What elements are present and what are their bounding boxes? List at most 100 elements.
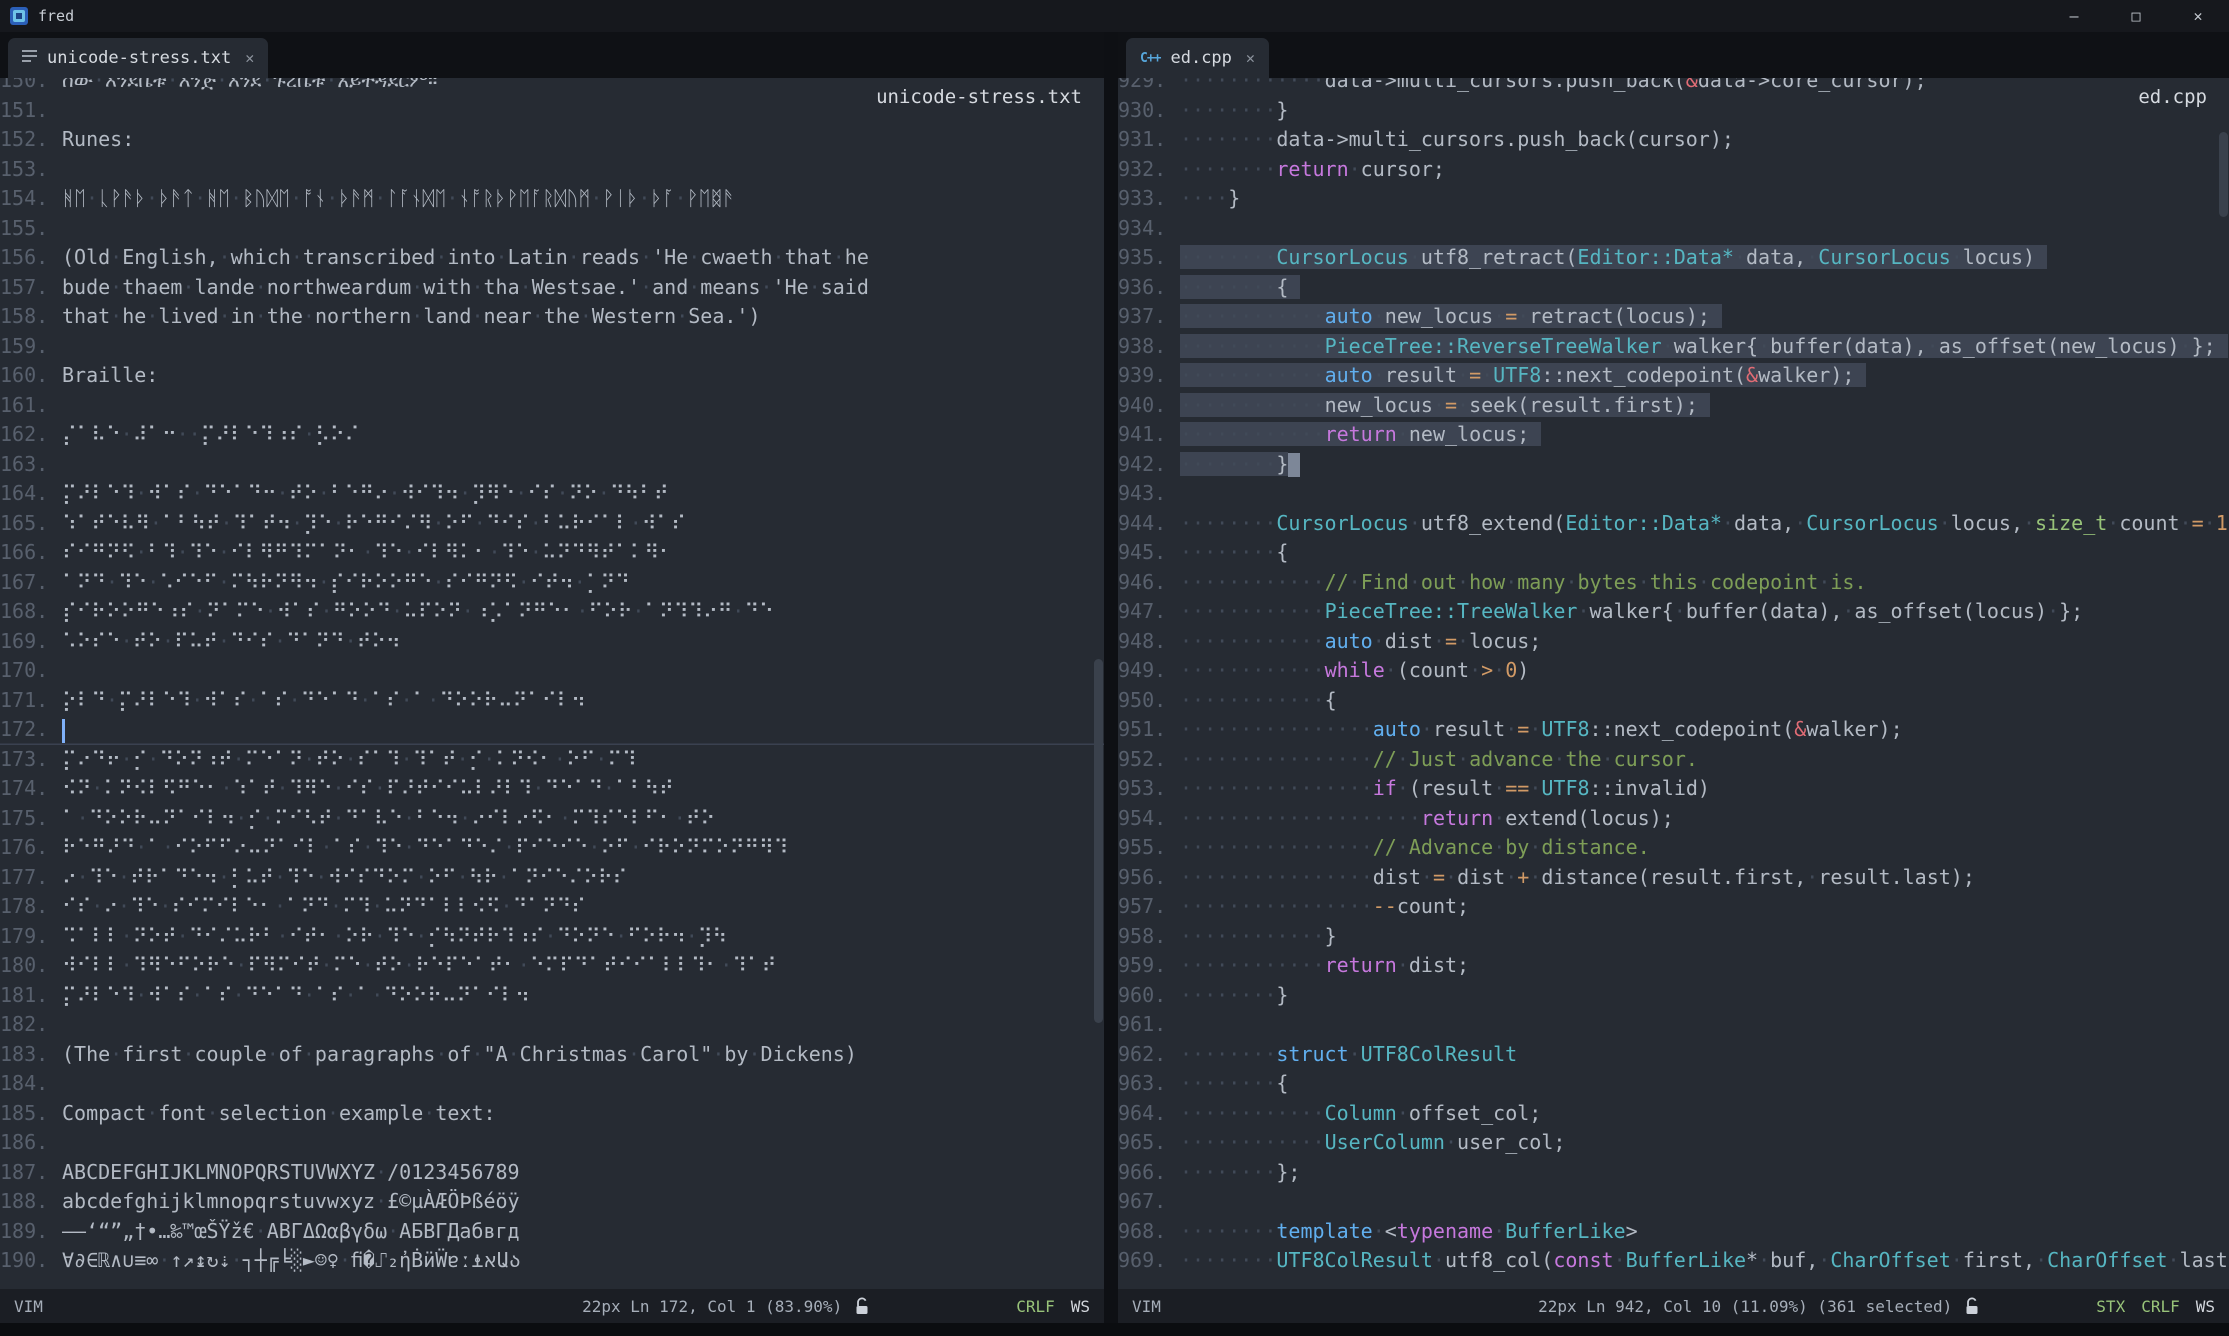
line-content[interactable]: ············PieceTree::ReverseTreeWalker… — [1180, 332, 2229, 362]
code-line[interactable]: 155. — [0, 214, 1104, 244]
code-line[interactable]: 967. — [1118, 1187, 2229, 1217]
line-content[interactable]: bude·thaem·lande·northweardum·with·tha·W… — [62, 273, 1104, 303]
code-line[interactable]: 960.········} — [1118, 981, 2229, 1011]
line-content[interactable] — [1180, 479, 2229, 509]
tab-ed-cpp[interactable]: C++ ed.cpp ✕ — [1126, 38, 1269, 78]
code-line[interactable]: 940.············new_locus·=·seek(result.… — [1118, 391, 2229, 421]
line-content[interactable]: abcdefghijklmnopqrstuvwxyz·£©µÀÆÖÞßéöÿ — [62, 1187, 1104, 1217]
line-ending-indicator[interactable]: CRLF — [1016, 1297, 1055, 1316]
code-line[interactable]: 942.········} — [1118, 450, 2229, 480]
code-line[interactable]: 174.⠪⠝·⠅⠝⠪⠇⠫⠛⠑⠂·⠱⠁⠞·⠹⠻⠑·⠊⠎·⠏⠜⠞⠊⠊⠥⠇⠜⠇⠹·⠙⠑… — [0, 774, 1104, 804]
code-line[interactable]: 965.············UserColumn·user_col; — [1118, 1128, 2229, 1158]
code-line[interactable]: 950.············{ — [1118, 686, 2229, 716]
right-editor[interactable]: 929.············data->multi_cursors.push… — [1118, 78, 2229, 1289]
line-content[interactable] — [1180, 1187, 2229, 1217]
tab-close-icon[interactable]: ✕ — [245, 49, 254, 67]
tab-close-icon[interactable]: ✕ — [1246, 49, 1255, 67]
line-content[interactable] — [62, 214, 1104, 244]
code-line[interactable]: 157.bude·thaem·lande·northweardum·with·t… — [0, 273, 1104, 303]
minimize-button[interactable]: — — [2043, 0, 2105, 32]
code-line[interactable]: 181.⡍⠜⠇⠑⠹·⠺⠁⠎·⠁⠎·⠙⠑⠁⠙·⠁⠎·⠁·⠙⠕⠕⠗⠤⠝⠁⠊⠇⠲ — [0, 981, 1104, 1011]
code-line[interactable]: 959.············return·dist; — [1118, 951, 2229, 981]
line-content[interactable]: ⡌⠁⠧⠑·⠼⠁⠒··⡍⠜⠇⠑⠹⠰⠎·⡣⠕⠌ — [62, 420, 1104, 450]
code-line[interactable]: 178.⠊⠎·⠔·⠹⠑·⠎⠊⠍⠊⠇⠑⠂·⠁⠝⠙·⠍⠹·⠥⠝⠙⠁⠇⠇⠪⠫·⠙⠁⠝⠙… — [0, 892, 1104, 922]
code-line[interactable]: 168.⡎⠊⠗⠕⠕⠛⠑⠰⠎·⠝⠁⠍⠑·⠺⠁⠎·⠛⠕⠕⠙·⠥⠏⠕⠝·⠰⡡⠁⠝⠛⠑⠂… — [0, 597, 1104, 627]
unlock-icon[interactable] — [1964, 1297, 1980, 1316]
line-content[interactable]: ········{ — [1180, 538, 2229, 568]
line-content[interactable]: ⠔·⠹⠑·⠞⠗⠁⠙⠑⠲·⡃⠥⠞·⠹⠑·⠺⠊⠎⠙⠕⠍·⠕⠋·⠳⠗·⠁⠝⠊⠑⠌⠕⠗⠎ — [62, 863, 1104, 893]
line-content[interactable]: ········}; — [1180, 1158, 2229, 1188]
line-content[interactable]: ⠱⠁⠞⠑⠧⠻·⠁⠃⠳⠞·⠹⠁⠞⠲·⡹⠑·⠗⠑⠛⠊⠌⠻·⠕⠋·⠙⠊⠎·⠃⠥⠗⠊⠁⠇… — [62, 509, 1104, 539]
code-line[interactable]: 153. — [0, 155, 1104, 185]
code-line[interactable]: 932.········return·cursor; — [1118, 155, 2229, 185]
line-content[interactable] — [62, 1128, 1104, 1158]
code-line[interactable]: 930.········} — [1118, 96, 2229, 126]
line-content[interactable]: ········} — [1180, 96, 2229, 126]
line-content[interactable]: ⠎⠊⠛⠝⠫·⠃⠹·⠹⠑·⠊⠇⠻⠛⠹⠍⠁⠝⠂·⠹⠑·⠊⠇⠻⠅⠂·⠹⠑·⠥⠝⠙⠻⠞⠁… — [62, 538, 1104, 568]
code-line[interactable]: 956.················dist·=·dist·+·distan… — [1118, 863, 2229, 893]
line-content[interactable] — [1180, 1010, 2229, 1040]
line-content[interactable]: ········{ — [1180, 1069, 2229, 1099]
code-line[interactable]: 180.⠺⠊⠇⠇·⠹⠻⠑⠋⠕⠗⠑·⠏⠻⠍⠊⠞·⠍⠑·⠞⠕·⠗⠑⠏⠑⠁⠞⠂·⠑⠍⠏… — [0, 951, 1104, 981]
line-content[interactable]: ········return·cursor; — [1180, 155, 2229, 185]
line-content[interactable] — [62, 1069, 1104, 1099]
line-content[interactable]: –—‘“”„†•…‰™œŠŸž€·ΑΒΓΔΩαβγδω·АБВГДабвгд — [62, 1217, 1104, 1247]
code-line[interactable]: 929.············data->multi_cursors.push… — [1118, 78, 2229, 96]
code-line[interactable]: 172. — [0, 715, 1104, 745]
code-line[interactable]: 958.············} — [1118, 922, 2229, 952]
code-line[interactable]: 177.⠔·⠹⠑·⠞⠗⠁⠙⠑⠲·⡃⠥⠞·⠹⠑·⠺⠊⠎⠙⠕⠍·⠕⠋·⠳⠗·⠁⠝⠊⠑… — [0, 863, 1104, 893]
line-content[interactable] — [62, 715, 1104, 745]
line-content[interactable] — [62, 656, 1104, 686]
line-content[interactable]: ········} — [1180, 981, 2229, 1011]
line-content[interactable]: ····················return·extend(locus)… — [1180, 804, 2229, 834]
line-content[interactable]: ············UserColumn·user_col; — [1180, 1128, 2229, 1158]
code-line[interactable]: 171.⡕⠇⠙·⡍⠜⠇⠑⠹·⠺⠁⠎·⠁⠎·⠙⠑⠁⠙·⠁⠎·⠁·⠙⠕⠕⠗⠤⠝⠁⠊⠇… — [0, 686, 1104, 716]
line-content[interactable]: ········CursorLocus·utf8_extend(Editor::… — [1180, 509, 2229, 539]
line-content[interactable]: ············PieceTree::TreeWalker·walker… — [1180, 597, 2229, 627]
code-line[interactable]: 163. — [0, 450, 1104, 480]
line-content[interactable]: ················//·Advance·by·distance. — [1180, 833, 2229, 863]
line-content[interactable]: ⠡⠕⠎⠑·⠞⠕·⠏⠥⠞·⠙⠊⠎·⠙⠁⠝⠙·⠞⠕⠲ — [62, 627, 1104, 657]
code-line[interactable]: 185.Compact·font·selection·example·text: — [0, 1099, 1104, 1129]
line-content[interactable]: ⠪⠝·⠅⠝⠪⠇⠫⠛⠑⠂·⠱⠁⠞·⠹⠻⠑·⠊⠎·⠏⠜⠞⠊⠊⠥⠇⠜⠇⠹·⠙⠑⠁⠙·⠁… — [62, 774, 1104, 804]
line-content[interactable]: ········struct·UTF8ColResult — [1180, 1040, 2229, 1070]
line-content[interactable]: ····} — [1180, 184, 2229, 214]
code-line[interactable]: 935.········CursorLocus·utf8_retract(Edi… — [1118, 243, 2229, 273]
code-line[interactable]: 939.············auto·result·=·UTF8::next… — [1118, 361, 2229, 391]
line-content[interactable]: ⡍⠜⠇⠑⠹·⠺⠁⠎·⠙⠑⠁⠙⠒·⠞⠕·⠃⠑⠛⠔·⠺⠊⠹⠲·⡹⠻⠑·⠊⠎·⠝⠕·⠙… — [62, 479, 1104, 509]
line-content[interactable]: ············return·dist; — [1180, 951, 2229, 981]
line-content[interactable]: ················auto·result·=·UTF8::next… — [1180, 715, 2229, 745]
unlock-icon[interactable] — [854, 1297, 870, 1316]
code-line[interactable]: 964.············Column·offset_col; — [1118, 1099, 2229, 1129]
code-line[interactable]: 186. — [0, 1128, 1104, 1158]
line-content[interactable]: ················dist·=·dist·+·distance(r… — [1180, 863, 2229, 893]
maximize-button[interactable]: □ — [2105, 0, 2167, 32]
line-content[interactable] — [62, 391, 1104, 421]
code-line[interactable]: 955.················//·Advance·by·distan… — [1118, 833, 2229, 863]
line-content[interactable]: ⠊⠎·⠔·⠹⠑·⠎⠊⠍⠊⠇⠑⠂·⠁⠝⠙·⠍⠹·⠥⠝⠙⠁⠇⠇⠪⠫·⠙⠁⠝⠙⠎ — [62, 892, 1104, 922]
line-content[interactable]: (Old·English,·which·transcribed·into·Lat… — [62, 243, 1104, 273]
line-content[interactable]: ············new_locus·=·seek(result.firs… — [1180, 391, 2229, 421]
code-line[interactable]: 175.⠁·⠙⠕⠕⠗⠤⠝⠁⠊⠇⠲·⡊·⠍⠊⠣⠞·⠙⠁⠧⠑·⠃⠑⠲·⠔⠊⠇⠔⠫⠂·… — [0, 804, 1104, 834]
line-content[interactable]: ⠁⠝⠙·⠹⠑·⠡⠊⠑⠋·⠍⠳⠗⠝⠻⠲·⡎⠊⠗⠕⠕⠛⠑·⠎⠊⠛⠝⠫·⠊⠞⠲·⡁⠝⠙ — [62, 568, 1104, 598]
line-content[interactable]: ∀∂∈ℝ∧∪≡∞·↑↗↨↻⇣·┐┼╔╘░►☺♀·ﬁ�⑀₂ἠḂӥẄɐː⍎אԱა — [62, 1246, 1104, 1276]
code-line[interactable]: 169.⠡⠕⠎⠑·⠞⠕·⠏⠥⠞·⠙⠊⠎·⠙⠁⠝⠙·⠞⠕⠲ — [0, 627, 1104, 657]
code-line[interactable]: 159. — [0, 332, 1104, 362]
code-line[interactable]: 154.ᚻᛖ·ᚳᚹᚫᚦ·ᚦᚫᛏ·ᚻᛖ·ᛒᚢᛞᛖ·ᚩᚾ·ᚦᚫᛗ·ᛚᚪᚾᛞᛖ·ᚾᚩᚱ… — [0, 184, 1104, 214]
code-line[interactable]: 946.············//·Find·out·how·many·byt… — [1118, 568, 2229, 598]
code-line[interactable]: 951.················auto·result·=·UTF8::… — [1118, 715, 2229, 745]
left-editor[interactable]: 150.ሰው·እንደቤቱ·እንጅ·እንደ·ጉረቤቱ·አይተዳደርም።151.15… — [0, 78, 1104, 1289]
left-scrollbar[interactable] — [1092, 78, 1104, 1289]
line-content[interactable]: ················--count; — [1180, 892, 2229, 922]
line-content[interactable]: ⡍⠜⠇⠑⠹·⠺⠁⠎·⠁⠎·⠙⠑⠁⠙·⠁⠎·⠁·⠙⠕⠕⠗⠤⠝⠁⠊⠇⠲ — [62, 981, 1104, 1011]
close-button[interactable]: ✕ — [2167, 0, 2229, 32]
code-line[interactable]: 165.⠱⠁⠞⠑⠧⠻·⠁⠃⠳⠞·⠹⠁⠞⠲·⡹⠑·⠗⠑⠛⠊⠌⠻·⠕⠋·⠙⠊⠎·⠃⠥… — [0, 509, 1104, 539]
encoding-indicator[interactable]: STX — [2096, 1297, 2125, 1316]
code-line[interactable]: 187.ABCDEFGHIJKLMNOPQRSTUVWXYZ·/01234567… — [0, 1158, 1104, 1188]
code-line[interactable]: 158.that·he·lived·in·the·northern·land·n… — [0, 302, 1104, 332]
line-content[interactable]: ········data->multi_cursors.push_back(cu… — [1180, 125, 2229, 155]
code-line[interactable]: 941.············return·new_locus; — [1118, 420, 2229, 450]
code-line[interactable]: 957.················--count; — [1118, 892, 2229, 922]
line-content[interactable] — [1180, 214, 2229, 244]
line-content[interactable]: (The·first·couple·of·paragraphs·of·"A·Ch… — [62, 1040, 1104, 1070]
